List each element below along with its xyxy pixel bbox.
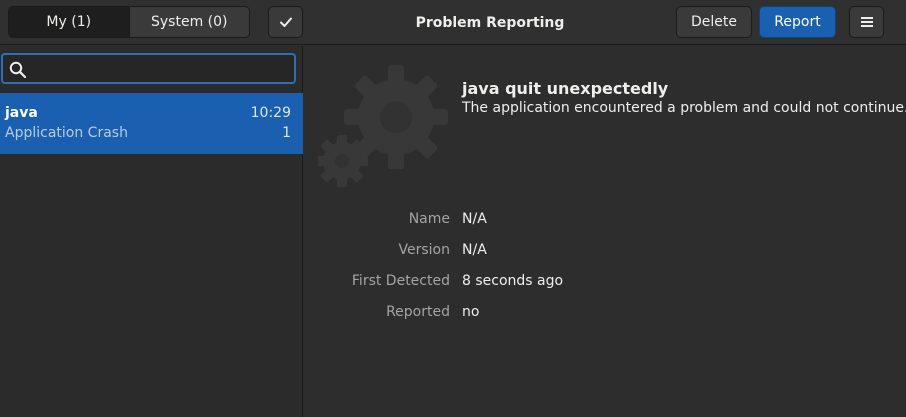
checkmark-icon (279, 17, 292, 27)
info-row-version: Version N/A (304, 242, 906, 262)
crash-title: java quit unexpectedly (462, 79, 669, 98)
info-label: Version (398, 242, 450, 258)
tab-system-problems[interactable]: System (0) (129, 7, 249, 37)
problem-time: 10:29 (250, 105, 291, 121)
problem-count: 1 (282, 125, 291, 141)
problem-detail-panel: java quit unexpectedly The application e… (304, 46, 906, 417)
info-value: no (462, 304, 480, 320)
problem-app-name: java (5, 105, 38, 121)
info-label: Reported (386, 304, 450, 320)
info-row-name: Name N/A (304, 211, 906, 231)
gear-icon (318, 65, 448, 187)
search-box (1, 53, 296, 84)
report-button[interactable]: Report (759, 6, 836, 38)
info-label: First Detected (351, 273, 450, 289)
search-input[interactable] (33, 58, 291, 81)
info-label: Name (408, 211, 450, 227)
delete-button[interactable]: Delete (676, 6, 752, 38)
crash-description: The application encountered a problem an… (462, 100, 906, 116)
problem-list-sidebar: java 10:29 Application Crash 1 (0, 46, 303, 417)
header-bar: My (1) System (0) Problem Reporting Dele… (0, 0, 906, 45)
info-value: 8 seconds ago (462, 273, 564, 289)
problem-type: Application Crash (5, 125, 128, 141)
problem-reporting-window: My (1) System (0) Problem Reporting Dele… (0, 0, 906, 417)
tab-my-problems[interactable]: My (1) (9, 7, 130, 37)
hamburger-menu-icon (860, 17, 873, 27)
info-row-first-detected: First Detected 8 seconds ago (304, 273, 906, 293)
problem-list-item[interactable]: java 10:29 Application Crash 1 (0, 93, 303, 154)
select-button[interactable] (268, 6, 303, 38)
view-switcher: My (1) System (0) (8, 6, 250, 38)
window-title: Problem Reporting (415, 14, 565, 31)
info-value: N/A (462, 211, 487, 227)
search-icon (9, 61, 27, 79)
info-row-reported: Reported no (304, 304, 906, 324)
main-menu-button[interactable] (849, 6, 884, 38)
info-value: N/A (462, 242, 487, 258)
